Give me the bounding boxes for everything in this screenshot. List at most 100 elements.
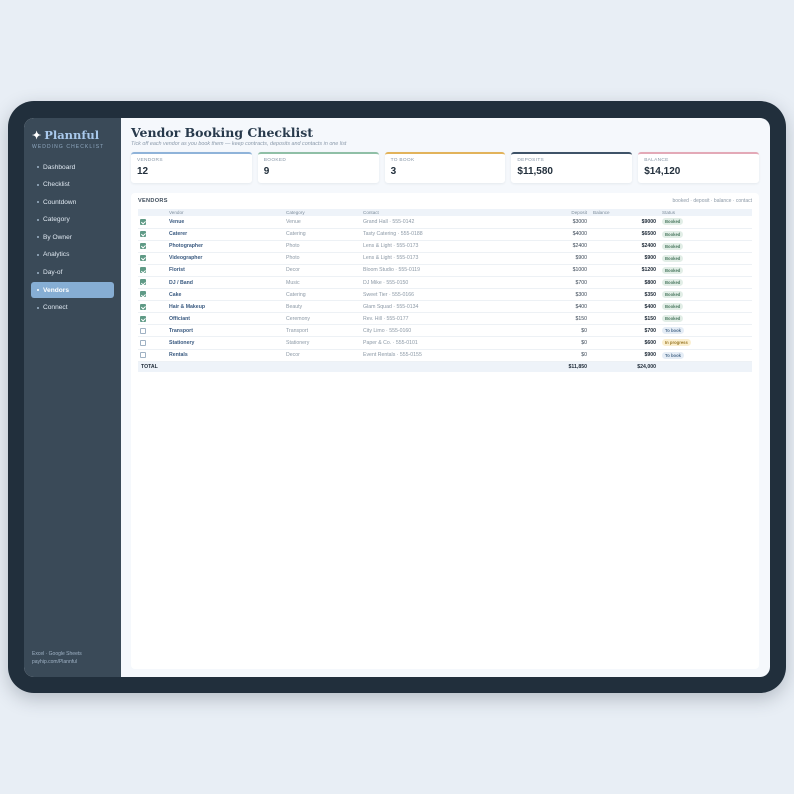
vendor-contact: City Limo · 555-0160	[360, 324, 488, 338]
vendor-category: Photo	[283, 252, 360, 265]
stat-card-vendors: VENDORS 12	[131, 152, 252, 183]
column-header[interactable]: Contact	[360, 209, 488, 216]
sidebar-item-label: Checklist	[43, 181, 70, 189]
bullet-icon	[37, 183, 39, 186]
booked-checkbox[interactable]	[140, 279, 146, 286]
vendor-contact: Rev. Hill · 555-0177	[360, 312, 488, 326]
sidebar-item-by-owner[interactable]: By Owner	[31, 229, 114, 245]
vendor-deposit: $4000	[488, 228, 590, 241]
booked-checkbox[interactable]	[140, 339, 146, 346]
vendor-name[interactable]: Rentals	[166, 349, 283, 362]
vendor-name[interactable]: Transport	[166, 324, 283, 338]
vendor-deposit: $0	[488, 324, 590, 338]
status-cell: Booked	[659, 240, 752, 253]
sidebar-item-day-of[interactable]: Day-of	[31, 265, 114, 281]
stat-card-booked: BOOKED 9	[257, 152, 379, 183]
table-row: Hair & Makeup Beauty Glam Squad · 555-0134…	[138, 300, 752, 314]
status-badge: Booked	[662, 315, 684, 323]
footer-platforms: Excel · Google Sheets	[32, 651, 82, 657]
vendors-panel: VENDORS booked · deposit · balance · con…	[131, 193, 759, 669]
vendor-name[interactable]: Videographer	[166, 252, 283, 265]
bullet-icon	[37, 306, 39, 309]
column-header[interactable]: Deposit	[488, 209, 590, 216]
booked-checkbox[interactable]	[140, 351, 146, 358]
check-cell	[138, 288, 166, 302]
stat-label: VENDORS	[137, 158, 163, 163]
booked-checkbox[interactable]	[140, 327, 146, 334]
status-badge: Booked	[662, 230, 684, 238]
sidebar-item-vendors[interactable]: Vendors	[31, 282, 114, 299]
table-row: Transport Transport City Limo · 555-0160 $0…	[138, 324, 752, 338]
sparkle-icon: ✦	[32, 128, 42, 142]
sidebar-item-label: Category	[43, 216, 70, 224]
column-header[interactable]: Status	[659, 209, 752, 216]
vendor-contact: Lens & Light · 555-0173	[360, 240, 488, 253]
column-header[interactable]: Category	[283, 209, 360, 216]
booked-checkbox[interactable]	[140, 267, 146, 274]
stat-value: $11,580	[517, 166, 553, 177]
bullet-icon	[37, 201, 39, 204]
main-content: Vendor Booking Checklist Tick off each v…	[121, 118, 770, 677]
status-badge: Booked	[662, 266, 684, 274]
column-header[interactable]: Balance	[590, 209, 659, 216]
vendor-name[interactable]: Cake	[166, 288, 283, 302]
app-logo[interactable]: ✦ Plannful	[32, 128, 99, 142]
bullet-icon	[37, 236, 39, 239]
sidebar-item-countdown[interactable]: Countdown	[31, 194, 114, 210]
vendor-name[interactable]: Venue	[166, 216, 283, 229]
table-row: Officiant Ceremony Rev. Hill · 555-0177 $15…	[138, 312, 752, 326]
vendor-name[interactable]: Officiant	[166, 312, 283, 326]
status-cell: Booked	[659, 264, 752, 277]
vendor-balance: $1200	[590, 264, 659, 277]
vendor-deposit: $700	[488, 276, 590, 290]
vendor-name[interactable]: DJ / Band	[166, 276, 283, 290]
booked-checkbox[interactable]	[140, 291, 146, 298]
sidebar-item-connect[interactable]: Connect	[31, 300, 114, 316]
table-row: Rentals Decor Event Rentals · 555-0155 $0 $9…	[138, 349, 752, 362]
booked-checkbox[interactable]	[140, 255, 146, 262]
stat-label: DEPOSITS	[517, 158, 545, 163]
panel-title: VENDORS	[138, 198, 168, 204]
bullet-icon	[37, 289, 39, 292]
sidebar-item-label: Dashboard	[43, 163, 76, 171]
vendor-name[interactable]: Florist	[166, 264, 283, 277]
column-header[interactable]: Vendor	[166, 209, 283, 216]
vendor-name[interactable]: Hair & Makeup	[166, 300, 283, 314]
status-cell: Booked	[659, 216, 752, 229]
check-cell	[138, 216, 166, 229]
total-balance: $24,000	[590, 361, 659, 373]
sidebar-item-analytics[interactable]: Analytics	[31, 247, 114, 263]
booked-checkbox[interactable]	[140, 230, 146, 237]
sidebar-item-category[interactable]: Category	[31, 212, 114, 228]
total-deposit: $11,850	[488, 361, 590, 373]
check-cell	[138, 276, 166, 290]
page-tagline: Tick off each vendor as you book them — …	[131, 141, 347, 147]
vendor-category: Beauty	[283, 300, 360, 314]
vendor-name[interactable]: Stationery	[166, 336, 283, 350]
vendor-deposit: $0	[488, 349, 590, 362]
stat-value: 3	[390, 166, 397, 177]
stat-value: 12	[137, 166, 149, 177]
bullet-icon	[37, 271, 39, 274]
app-name: Plannful	[44, 128, 100, 142]
booked-checkbox[interactable]	[140, 315, 146, 322]
booked-checkbox[interactable]	[140, 218, 146, 225]
column-header[interactable]	[138, 209, 166, 216]
vendor-name[interactable]: Photographer	[166, 240, 283, 253]
booked-checkbox[interactable]	[140, 303, 146, 310]
app-screen: ✦ Plannful WEDDING CHECKLIST Dashboard Ch…	[24, 118, 770, 677]
vendor-deposit: $3000	[488, 216, 590, 229]
status-badge: To book	[662, 327, 684, 335]
stat-card-to-book: TO BOOK 3	[384, 152, 506, 183]
vendor-contact: Paper & Co. · 555-0101	[360, 336, 488, 350]
sidebar-item-label: Day-of	[43, 269, 63, 277]
sidebar-item-label: Vendors	[43, 286, 70, 294]
vendor-balance: $400	[590, 300, 659, 314]
footer-link[interactable]: payhip.com/Plannful	[32, 659, 82, 667]
bullet-icon	[37, 166, 39, 168]
sidebar-item-checklist[interactable]: Checklist	[31, 177, 114, 193]
vendor-balance: $900	[590, 252, 659, 265]
booked-checkbox[interactable]	[140, 243, 146, 250]
sidebar-item-dashboard[interactable]: Dashboard	[31, 159, 114, 175]
vendor-name[interactable]: Caterer	[166, 228, 283, 241]
